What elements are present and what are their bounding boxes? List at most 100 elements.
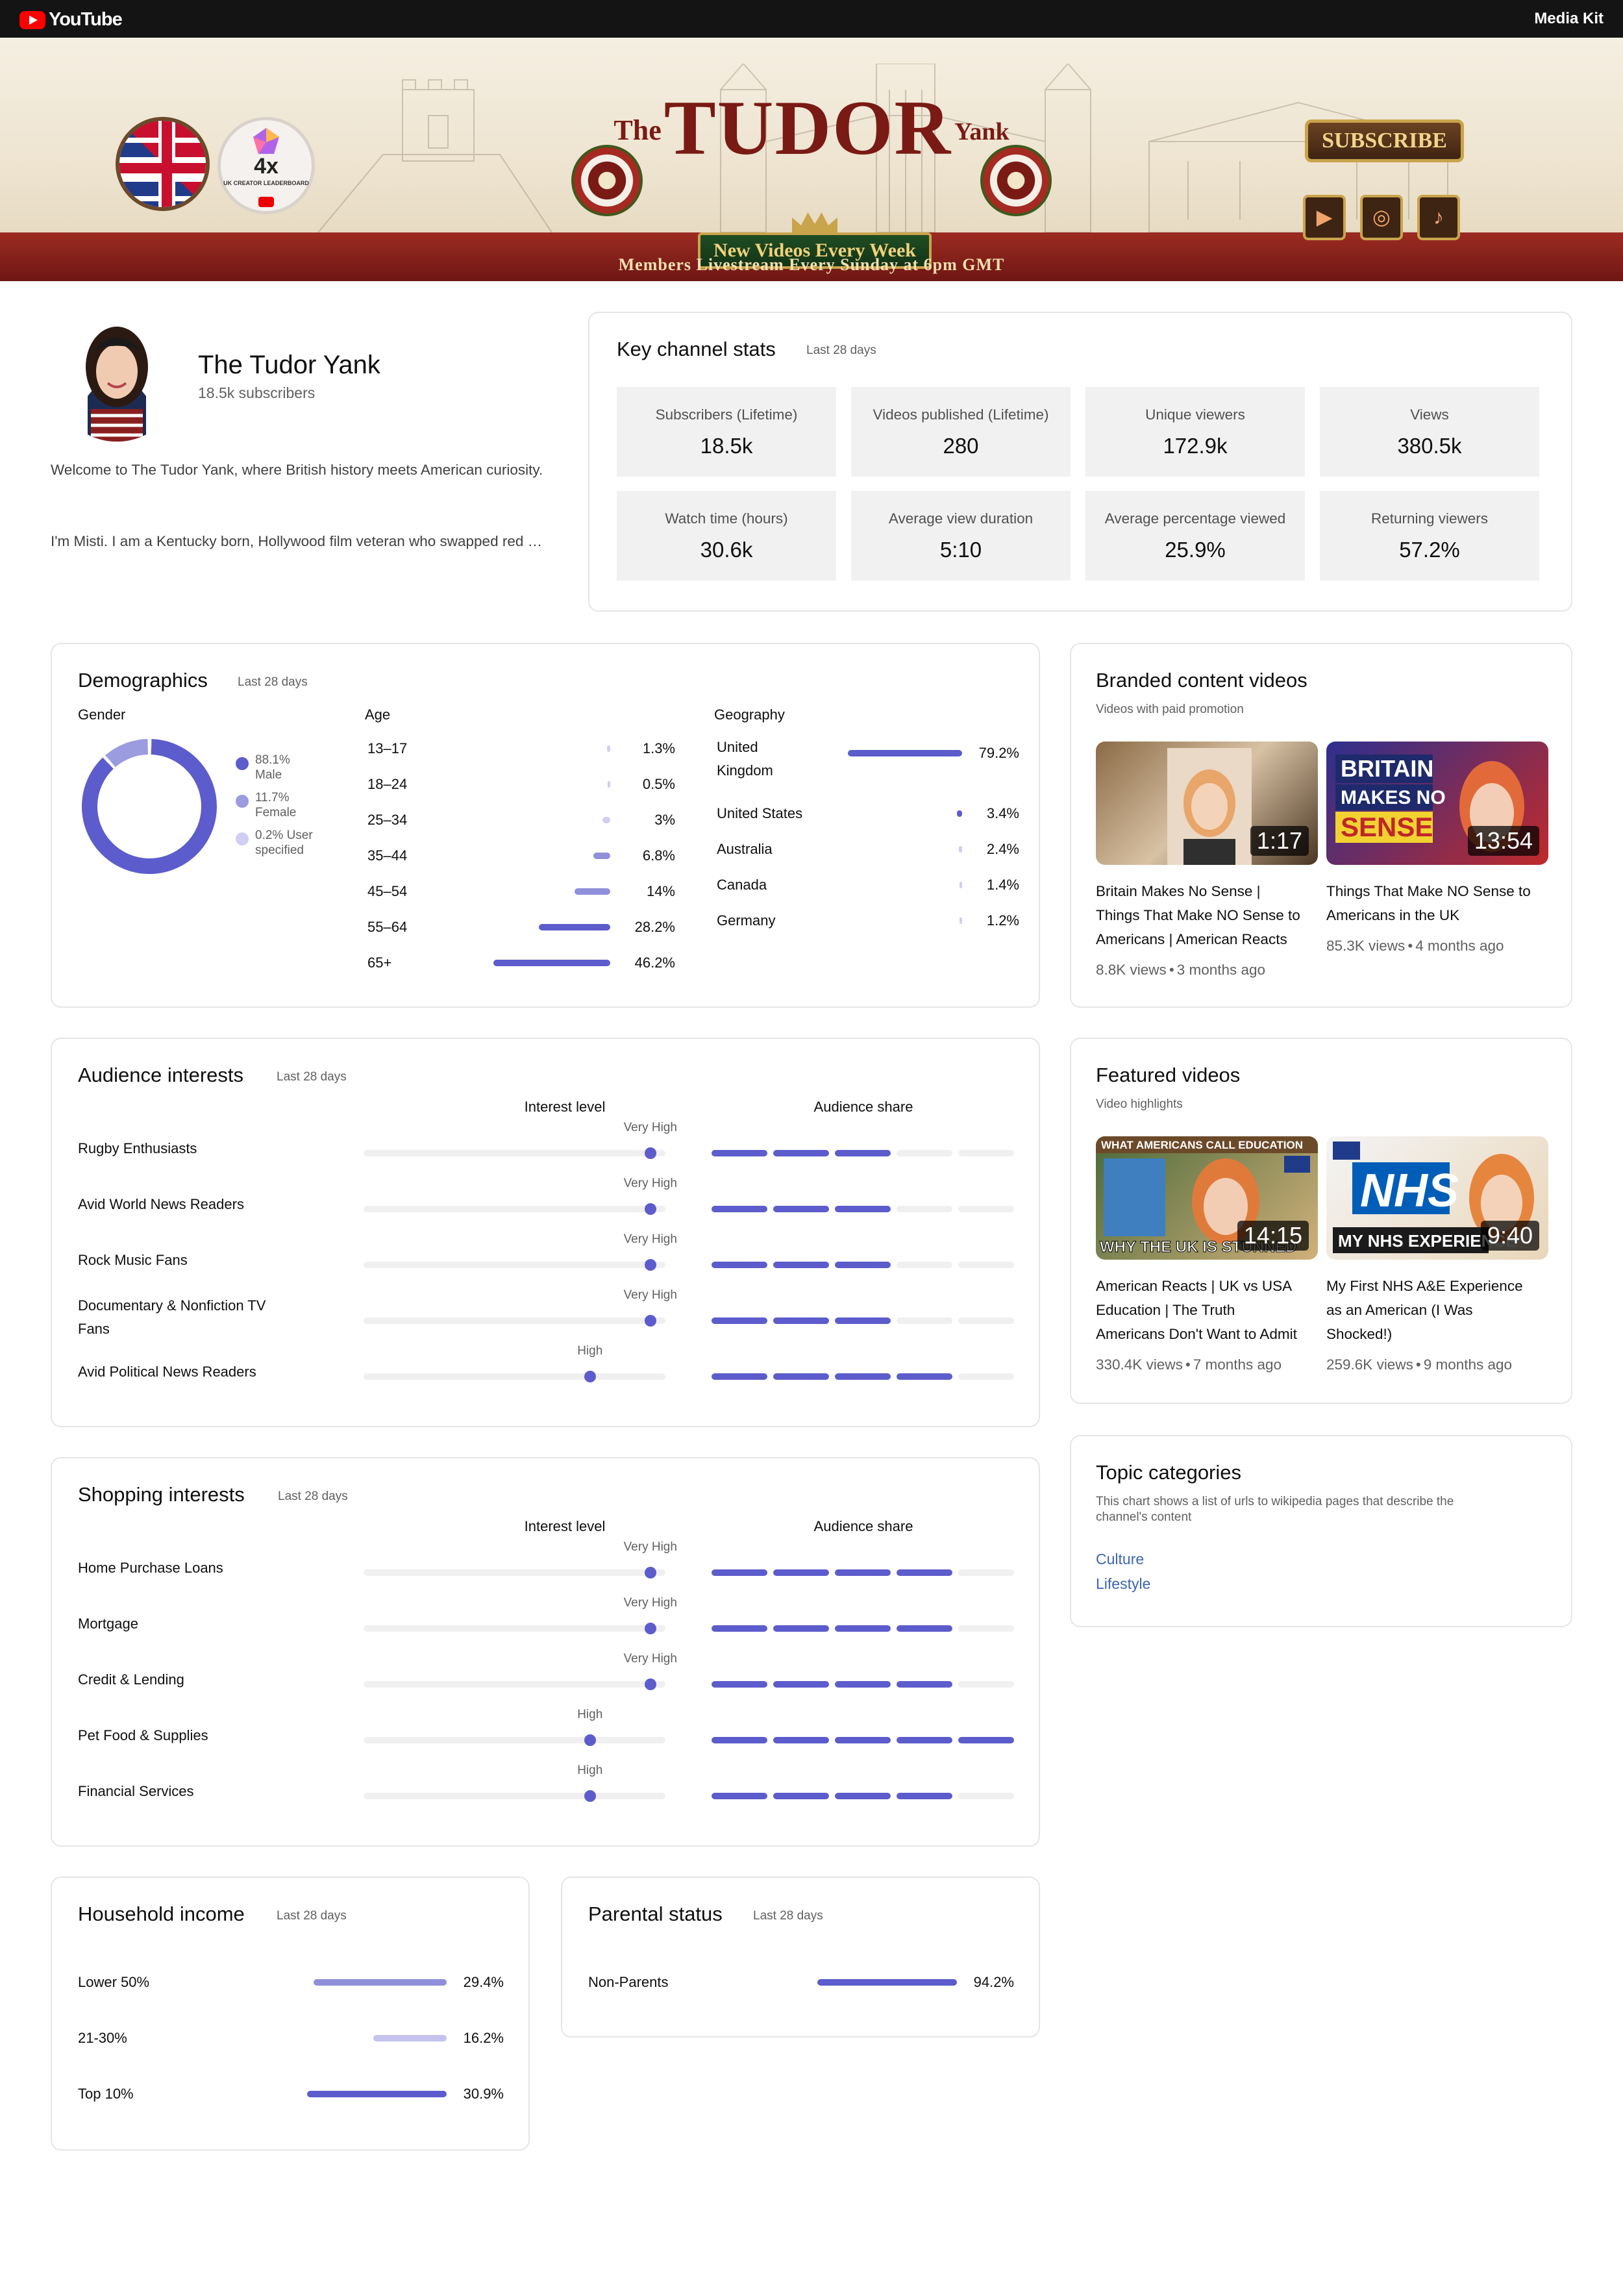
- income-label: 21-30%: [78, 2030, 127, 2046]
- banner-title: The TUDOR Yank New Videos Every Week: [558, 83, 1065, 269]
- audience-share-segment: [712, 1569, 767, 1576]
- parental-bar: [817, 1979, 957, 1986]
- audience-share-segment: [712, 1262, 767, 1268]
- country-label: Canada: [717, 877, 767, 893]
- gender-legend-dot: [236, 795, 249, 808]
- video-title[interactable]: as an American (I Was: [1326, 1298, 1554, 1322]
- country-pct: 79.2%: [978, 745, 1019, 761]
- audience-share-segment: [897, 1625, 952, 1632]
- stat-label: Subscribers (Lifetime): [655, 406, 798, 423]
- age-bar: [493, 960, 610, 966]
- audience-share-segment: [835, 1569, 891, 1576]
- video-title[interactable]: Education | The Truth: [1096, 1298, 1323, 1322]
- video-title[interactable]: Things That Make NO Sense to: [1096, 903, 1323, 927]
- audience-share-segment: [712, 1317, 767, 1324]
- interest-level-marker: [644, 1567, 656, 1578]
- income-pct: 29.4%: [463, 1974, 504, 1990]
- age-pct: 14%: [646, 883, 675, 899]
- audience-share-segment: [773, 1569, 829, 1576]
- audience-share-segment: [835, 1317, 891, 1324]
- tiktok-icon[interactable]: ♪: [1417, 195, 1460, 240]
- audience-share-segment: [712, 1206, 767, 1212]
- video-views: 330.4K views: [1096, 1356, 1183, 1373]
- castle-sketch: [317, 79, 552, 232]
- interest-level-marker: [644, 1203, 656, 1215]
- audience-share-segment: [773, 1317, 829, 1324]
- video-title[interactable]: Shocked!): [1326, 1322, 1554, 1346]
- income-pct: 16.2%: [463, 2030, 504, 2046]
- stat-label: Average view duration: [888, 510, 1034, 527]
- audience-share-segment: [712, 1373, 767, 1380]
- stat-label: Watch time (hours): [665, 510, 788, 527]
- video-thumbnail[interactable]: BRITAIN MAKES NO SENSE 13:54: [1326, 742, 1548, 865]
- video-title[interactable]: Americans Don't Want to Admit: [1096, 1322, 1323, 1346]
- audience-share-segment: [958, 1793, 1014, 1799]
- interest-level-marker: [584, 1734, 596, 1746]
- gender-legend-label: Female: [255, 806, 297, 819]
- gender-donut-chart: [81, 739, 217, 874]
- stat-value: 5:10: [939, 538, 982, 562]
- interest-level-track: [364, 1681, 665, 1688]
- stat-tile: Unique viewers 172.9k: [1085, 387, 1305, 477]
- youtube-icon[interactable]: ▶: [1303, 195, 1346, 240]
- audience-share-segment: [958, 1206, 1014, 1212]
- topic-link-culture[interactable]: Culture: [1096, 1551, 1144, 1568]
- key-stats-title: Key channel stats: [617, 338, 776, 360]
- video-title[interactable]: Things That Make NO Sense to: [1326, 879, 1554, 903]
- stat-value: 172.9k: [1163, 434, 1228, 458]
- gender-legend-dot: [236, 832, 249, 845]
- age-pct: 28.2%: [634, 919, 675, 935]
- video-thumbnail[interactable]: NHS MY NHS EXPERIENCE 9:40: [1326, 1136, 1548, 1260]
- demographics-period: Last 28 days: [238, 675, 308, 689]
- audience-share-segment: [958, 1150, 1014, 1156]
- interest-level-text: Very High: [623, 1232, 677, 1246]
- geography-label: Geography: [714, 706, 785, 723]
- meta-separator: •: [1407, 938, 1413, 954]
- video-title[interactable]: American Reacts | UK vs USA: [1096, 1274, 1323, 1298]
- interest-level-track: [364, 1793, 665, 1799]
- audience-share-segment: [835, 1150, 891, 1156]
- audience-share-segment: [958, 1373, 1014, 1380]
- video-duration: 1:17: [1250, 826, 1309, 856]
- stat-tile: Views 380.5k: [1320, 387, 1539, 477]
- stat-value: 380.5k: [1397, 434, 1462, 458]
- video-title[interactable]: Britain Makes No Sense |: [1096, 879, 1323, 903]
- youtube-logo-text: YouTube: [49, 9, 123, 30]
- interest-level-track: [364, 1373, 665, 1380]
- title-yank: Yank: [954, 118, 1010, 145]
- channel-banner: 4x UK CREATOR LEADERBOARD The TUDOR Yank…: [0, 38, 1623, 281]
- audience-share-segment: [712, 1150, 767, 1156]
- interest-label: Home Purchase Loans: [78, 1560, 223, 1576]
- age-pct: 6.8%: [642, 847, 675, 864]
- interest-level-track: [364, 1737, 665, 1743]
- gender-legend-pct: 11.7%: [255, 791, 290, 805]
- interest-level-track: [364, 1317, 665, 1324]
- interest-level-text: High: [577, 1764, 603, 1777]
- interest-label: Pet Food & Supplies: [78, 1727, 208, 1743]
- instagram-icon[interactable]: ◎: [1360, 195, 1403, 240]
- crown-icon: [792, 212, 837, 236]
- audience-share-segment: [773, 1206, 829, 1212]
- video-views: 85.3K views: [1326, 938, 1406, 954]
- audience-share-segment: [712, 1681, 767, 1688]
- channel-description-2[interactable]: I'm Misti. I am a Kentucky born, Hollywo…: [51, 530, 570, 553]
- youtube-play-icon: [19, 10, 45, 29]
- video-age: 9 months ago: [1423, 1356, 1513, 1373]
- subscribe-button[interactable]: SUBSCRIBE: [1305, 119, 1464, 162]
- video-title[interactable]: My First NHS A&E Experience: [1326, 1274, 1554, 1298]
- video-title[interactable]: Americans | American Reacts: [1096, 927, 1323, 951]
- interest-label: Documentary & Nonfiction TV: [78, 1297, 266, 1314]
- age-bar: [575, 888, 610, 895]
- audience-share-segment: [958, 1317, 1014, 1324]
- youtube-logo[interactable]: YouTube: [19, 9, 123, 31]
- audience-interests-title: Audience interests: [78, 1064, 244, 1086]
- stat-tile: Subscribers (Lifetime) 18.5k: [617, 387, 836, 477]
- interest-level-marker: [644, 1623, 656, 1634]
- country-pct: 3.4%: [986, 805, 1019, 821]
- video-meta: 259.6K views • 9 months ago: [1326, 1356, 1512, 1373]
- video-title[interactable]: Americans in the UK: [1326, 903, 1554, 927]
- topic-link-lifestyle[interactable]: Lifestyle: [1096, 1575, 1150, 1593]
- audience-share-segment: [835, 1681, 891, 1688]
- video-thumbnail[interactable]: WHAT AMERICANS CALL EDUCATION WHY THE UK…: [1096, 1136, 1318, 1260]
- video-thumbnail[interactable]: 1:17: [1096, 742, 1318, 865]
